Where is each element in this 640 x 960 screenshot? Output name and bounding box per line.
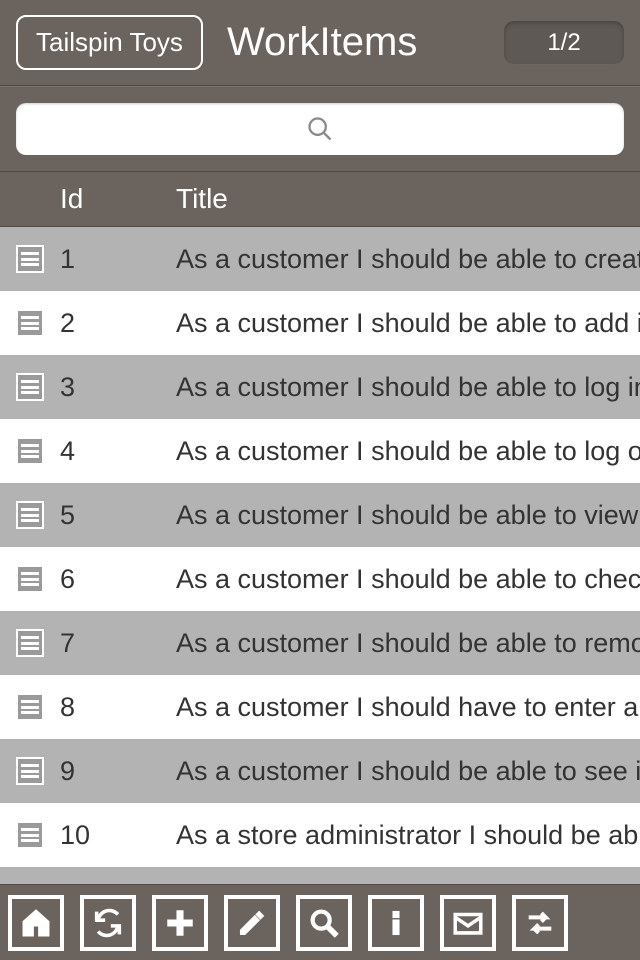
table-row[interactable]: 6 As a customer I should be able to chec… <box>0 547 640 611</box>
cell-title: As a customer I should be able to create <box>176 244 640 275</box>
list-icon <box>16 629 44 657</box>
mail-button[interactable] <box>440 895 496 951</box>
info-icon <box>379 906 413 940</box>
table-row[interactable]: 7 As a customer I should be able to remo… <box>0 611 640 675</box>
plus-icon <box>163 906 197 940</box>
bottom-toolbar <box>0 884 640 960</box>
cell-id: 6 <box>60 564 176 595</box>
mail-icon <box>451 906 485 940</box>
home-button[interactable] <box>8 895 64 951</box>
cell-title: As a customer I should be able to check <box>176 564 640 595</box>
edit-icon <box>235 906 269 940</box>
swap-icon <box>523 906 557 940</box>
page-title: WorkItems <box>227 20 480 65</box>
list-icon <box>16 757 44 785</box>
column-header-title[interactable]: Title <box>176 183 640 215</box>
column-header-id[interactable]: Id <box>60 183 176 215</box>
cell-id: 9 <box>60 756 176 787</box>
table-row[interactable]: 5 As a customer I should be able to view… <box>0 483 640 547</box>
table-row[interactable]: 1 As a customer I should be able to crea… <box>0 227 640 291</box>
cell-title: As a customer I should have to enter a s <box>176 692 640 723</box>
search-icon <box>306 115 334 143</box>
list-icon <box>16 309 44 337</box>
table-row[interactable]: 8 As a customer I should have to enter a… <box>0 675 640 739</box>
search-input[interactable] <box>16 103 624 155</box>
swap-button[interactable] <box>512 895 568 951</box>
table-row[interactable]: 10 As a store administrator I should be … <box>0 803 640 867</box>
page-indicator[interactable]: 1/2 <box>504 21 624 65</box>
cell-id: 2 <box>60 308 176 339</box>
table-row[interactable]: 11 As a store administrator I should be … <box>0 867 640 884</box>
cell-title: As a customer I should be able to view m <box>176 500 640 531</box>
list-icon <box>16 437 44 465</box>
list-icon <box>16 565 44 593</box>
workitem-list: 1 As a customer I should be able to crea… <box>0 227 640 884</box>
cell-title: As a customer I should be able to add it <box>176 308 640 339</box>
refresh-icon <box>91 906 125 940</box>
cell-title: As a store administrator I should be abl… <box>176 820 640 851</box>
cell-id: 7 <box>60 628 176 659</box>
table-row[interactable]: 4 As a customer I should be able to log … <box>0 419 640 483</box>
info-button[interactable] <box>368 895 424 951</box>
column-header-row: Id Title <box>0 171 640 227</box>
list-icon <box>16 501 44 529</box>
table-row[interactable]: 3 As a customer I should be able to log … <box>0 355 640 419</box>
magnify-icon <box>307 906 341 940</box>
refresh-button[interactable] <box>80 895 136 951</box>
cell-id: 1 <box>60 244 176 275</box>
cell-title: As a customer I should be able to log ou <box>176 436 640 467</box>
header-bar: Tailspin Toys WorkItems 1/2 <box>0 0 640 86</box>
edit-button[interactable] <box>224 895 280 951</box>
cell-title: As a customer I should be able to remov <box>176 628 640 659</box>
cell-title: As a customer I should be able to log in <box>176 372 640 403</box>
cell-id: 4 <box>60 436 176 467</box>
cell-id: 5 <box>60 500 176 531</box>
list-icon <box>16 373 44 401</box>
search-button[interactable] <box>296 895 352 951</box>
add-button[interactable] <box>152 895 208 951</box>
table-row[interactable]: 2 As a customer I should be able to add … <box>0 291 640 355</box>
table-row[interactable]: 9 As a customer I should be able to see … <box>0 739 640 803</box>
cell-id: 8 <box>60 692 176 723</box>
cell-title: As a customer I should be able to see im <box>176 756 640 787</box>
search-area <box>0 86 640 171</box>
cell-id: 10 <box>60 820 176 851</box>
list-icon <box>16 821 44 849</box>
list-icon <box>16 245 44 273</box>
cell-id: 3 <box>60 372 176 403</box>
list-icon <box>16 693 44 721</box>
home-icon <box>19 906 53 940</box>
project-selector-button[interactable]: Tailspin Toys <box>16 15 203 70</box>
